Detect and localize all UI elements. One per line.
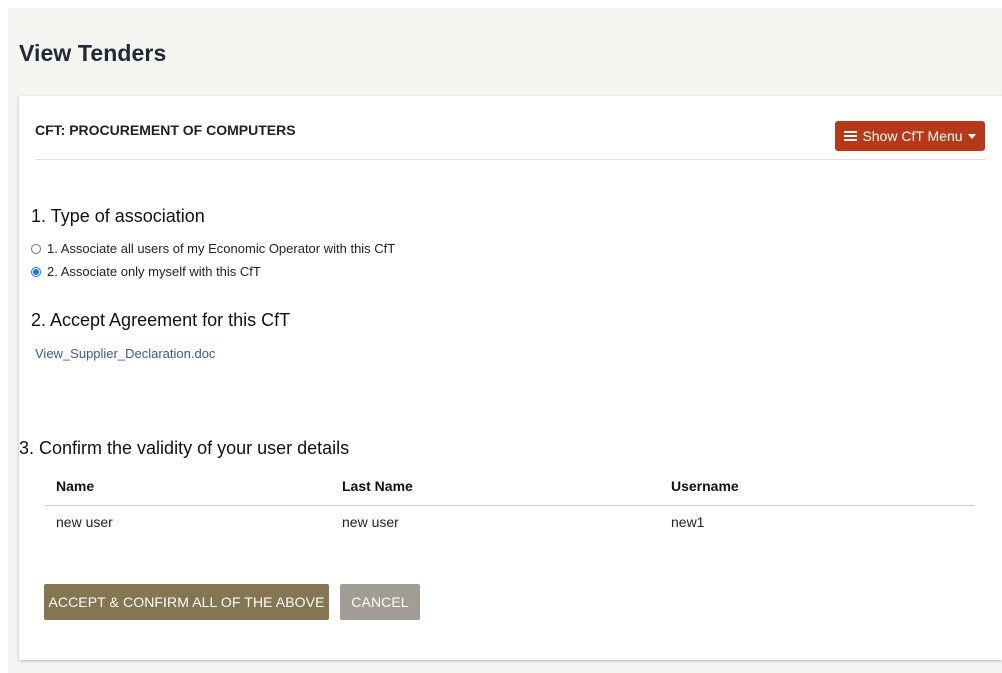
column-header-last-name: Last Name: [342, 478, 413, 494]
table-header-divider: [44, 505, 975, 506]
accept-confirm-button[interactable]: ACCEPT & CONFIRM ALL OF THE ABOVE: [44, 584, 329, 620]
association-option-all[interactable]: 1. Associate all users of my Economic Op…: [31, 241, 395, 256]
list-icon: [844, 130, 858, 142]
show-cft-menu-label: Show CfT Menu: [862, 128, 963, 144]
association-type-heading: 1. Type of association: [31, 206, 205, 226]
show-cft-menu-button[interactable]: Show CfT Menu: [835, 121, 985, 151]
table-row: new user new user new1: [44, 514, 975, 544]
user-username: new1: [671, 514, 705, 530]
cancel-button[interactable]: CANCEL: [340, 584, 420, 620]
accept-agreement-heading: 2. Accept Agreement for this CfT: [31, 310, 291, 330]
user-last-name-link[interactable]: new user: [342, 514, 399, 530]
users-table-header: Name Last Name Username: [44, 478, 975, 508]
card-divider: [35, 159, 986, 160]
caret-down-icon: [967, 133, 976, 139]
association-option-all-label: 1. Associate all users of my Economic Op…: [47, 241, 396, 256]
user-name-link[interactable]: new user: [56, 514, 113, 530]
supplier-declaration-link[interactable]: View_Supplier_Declaration.doc: [35, 346, 215, 361]
column-header-name: Name: [56, 478, 95, 494]
radio-all-users[interactable]: [31, 243, 41, 254]
column-header-username: Username: [671, 478, 739, 494]
association-option-myself-label: 2. Associate only myself with this CfT: [47, 264, 261, 279]
association-option-myself[interactable]: 2. Associate only myself with this CfT: [31, 264, 261, 279]
cft-card: CFT: PROCUREMENT OF COMPUTERS Show CfT M…: [19, 96, 1002, 660]
radio-only-myself[interactable]: [31, 266, 41, 277]
confirm-user-details-heading: 3. Confirm the validity of your user det…: [19, 438, 350, 458]
page-title: View Tenders: [19, 40, 167, 66]
cft-title: CFT: PROCUREMENT OF COMPUTERS: [35, 122, 296, 138]
